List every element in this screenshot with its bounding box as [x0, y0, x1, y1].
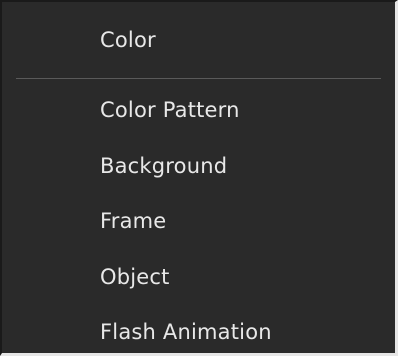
- menu-item-flash-animation[interactable]: Flash Animation: [2, 308, 395, 360]
- menu-item-label: Color Pattern: [100, 98, 240, 122]
- menu-separator: [16, 78, 381, 79]
- menu-header[interactable]: Color: [2, 2, 395, 78]
- menu-item-label: Flash Animation: [100, 320, 272, 344]
- menu-item-label: Frame: [100, 209, 167, 233]
- menu-header-label: Color: [100, 28, 156, 52]
- menu-item-label: Background: [100, 154, 228, 178]
- menu-item-label: Object: [100, 265, 170, 289]
- menu-item-background[interactable]: Background: [2, 142, 395, 194]
- menu-item-color-pattern[interactable]: Color Pattern: [2, 86, 395, 138]
- menu-item-object[interactable]: Object: [2, 253, 395, 305]
- context-menu: Color Color Pattern Background Frame Obj…: [0, 0, 398, 356]
- menu-item-frame[interactable]: Frame: [2, 197, 395, 249]
